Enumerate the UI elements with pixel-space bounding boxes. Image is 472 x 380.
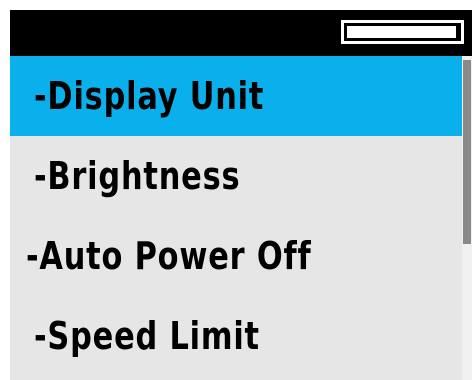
menu-item-speed-limit[interactable]: -Speed Limit xyxy=(10,296,462,376)
menu-item-auto-power-off[interactable]: -Auto Power Off xyxy=(10,216,462,296)
scrollbar[interactable] xyxy=(462,56,472,380)
menu-item-label: -Auto Power Off xyxy=(26,234,312,278)
menu-item-label: -Speed Limit xyxy=(34,314,260,358)
device-screen: -Display Unit -Brightness -Auto Power Of… xyxy=(0,0,472,380)
settings-menu: -Display Unit -Brightness -Auto Power Of… xyxy=(10,56,462,380)
menu-item-brightness[interactable]: -Brightness xyxy=(10,136,462,216)
scrollbar-thumb[interactable] xyxy=(463,60,471,244)
battery-level-fill xyxy=(347,26,456,38)
menu-item-display-unit[interactable]: -Display Unit xyxy=(10,56,462,136)
status-bar xyxy=(10,10,472,56)
menu-item-label: -Brightness xyxy=(34,154,241,198)
battery-icon xyxy=(341,20,464,44)
menu-item-label: -Display Unit xyxy=(34,74,265,118)
